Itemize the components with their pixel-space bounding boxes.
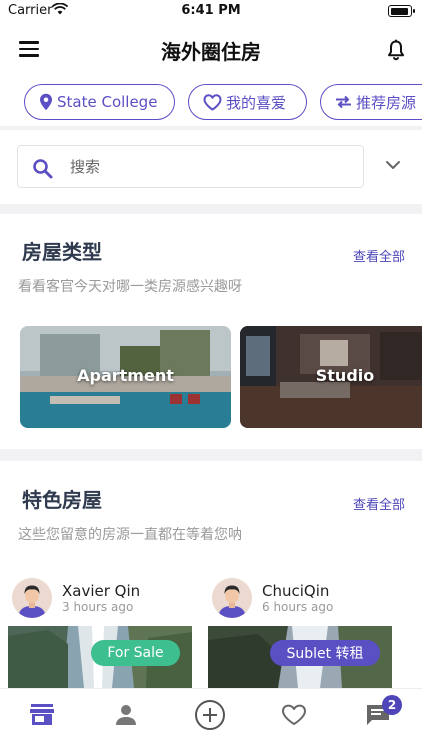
person-avatar-icon [212, 578, 252, 618]
property-types-view-all-link[interactable]: 查看全部 [353, 246, 405, 265]
heart-icon [203, 93, 222, 110]
store-icon [30, 704, 54, 725]
chip-favorites-label: 我的喜爱 [226, 93, 287, 112]
search-box [17, 145, 364, 188]
status-badge: For Sale [91, 640, 180, 666]
listing-photo[interactable]: Sublet 转租 [208, 626, 392, 688]
listing-photo[interactable]: For Sale [8, 626, 192, 688]
status-bar: Carrier 6:41 PM [0, 0, 422, 24]
tab-favorites[interactable] [274, 697, 314, 733]
chevron-down-icon[interactable] [385, 160, 401, 170]
chip-location[interactable]: State College [24, 84, 175, 120]
search-icon[interactable] [32, 158, 54, 180]
status-badge: Sublet 转租 [270, 640, 380, 666]
person-avatar-icon [12, 578, 52, 618]
app-header: 海外圈住房 [0, 28, 422, 72]
search-section [0, 130, 422, 204]
featured-title: 特色房屋 [22, 488, 102, 512]
category-card-apartment[interactable]: Apartment [20, 326, 231, 428]
listing-user-name: Xavier Qin [62, 582, 141, 600]
chip-recommended-label: 推荐房源 [356, 93, 417, 112]
search-input[interactable] [70, 157, 350, 177]
plus-circle-icon [195, 700, 225, 730]
category-card-studio[interactable]: Studio [240, 326, 422, 428]
category-label: Apartment [77, 366, 174, 385]
tab-store[interactable] [22, 697, 62, 733]
featured-subtitle: 这些您留意的房源一直都在等着您呐 [18, 527, 242, 543]
featured-view-all-link[interactable]: 查看全部 [353, 494, 405, 513]
divider [0, 204, 422, 214]
avatar[interactable] [212, 578, 252, 618]
tab-add[interactable] [190, 697, 230, 733]
map-pin-icon [40, 93, 52, 111]
person-icon [116, 705, 136, 725]
divider [0, 449, 422, 461]
status-time: 6:41 PM [181, 3, 241, 18]
page-title: 海外圈住房 [161, 40, 261, 64]
messages-badge: 2 [382, 695, 402, 715]
tab-profile[interactable] [106, 697, 146, 733]
avatar[interactable] [12, 578, 52, 618]
bell-icon[interactable] [386, 39, 406, 61]
tab-bar [0, 688, 422, 750]
filter-chips: State College 我的喜爱 推荐房源 [0, 84, 422, 120]
property-types-subtitle: 看看客官今天对哪一类房源感兴趣呀 [18, 279, 242, 295]
chip-recommended[interactable]: 推荐房源 [320, 84, 422, 120]
property-types-title: 房屋类型 [22, 240, 102, 264]
listing-time: 6 hours ago [262, 600, 334, 614]
category-label: Studio [315, 366, 375, 385]
swap-arrows-icon [336, 95, 351, 109]
listing-user-name: ChuciQin [262, 582, 330, 600]
heart-outline-icon [282, 704, 306, 725]
chip-location-label: State College [57, 93, 158, 111]
chip-favorites[interactable]: 我的喜爱 [188, 84, 307, 120]
listing-time: 3 hours ago [62, 600, 134, 614]
battery-icon [388, 5, 415, 17]
